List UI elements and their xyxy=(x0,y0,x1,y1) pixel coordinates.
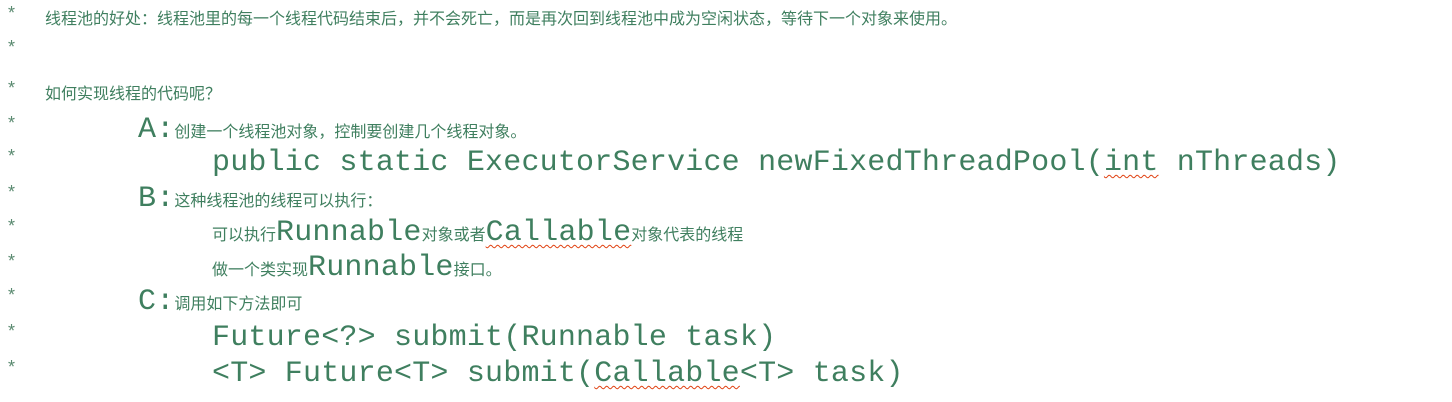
code-text: C: xyxy=(138,285,175,319)
comment-text: 线程池的好处：线程池里的每一个线程代码结束后，并不会死亡，而是再次回到线程池中成… xyxy=(45,3,957,37)
chinese-text: 接口。 xyxy=(453,260,502,279)
code-text: <T> task) xyxy=(739,357,904,391)
comment-star: * xyxy=(8,251,16,271)
comment-text: public static ExecutorService newFixedTh… xyxy=(212,146,1341,183)
comment-text: Future<?> submit(Runnable task) xyxy=(212,321,776,358)
comment-star: * xyxy=(8,146,16,166)
comment-text: 如何实现线程的代码呢？ xyxy=(45,78,221,112)
comment-text: B:这种线程池的线程可以执行： xyxy=(138,182,382,219)
comment-star: * xyxy=(8,321,16,341)
comment-star: * xyxy=(8,216,16,236)
code-text: Runnable xyxy=(276,216,422,250)
spelling-error-text: Callable xyxy=(485,216,632,250)
chinese-text: 可以执行 xyxy=(212,225,277,244)
comment-text: C:调用如下方法即可 xyxy=(138,285,302,322)
comment-star: * xyxy=(8,357,16,377)
code-text: nThreads) xyxy=(1158,146,1341,180)
code-text: <T> Future<T> submit( xyxy=(212,357,595,391)
spelling-error-text: int xyxy=(1103,146,1159,180)
code-text: A: xyxy=(138,113,175,147)
chinese-text: 线程池的好处：线程池里的每一个线程代码结束后，并不会死亡，而是再次回到线程池中成… xyxy=(45,9,958,28)
chinese-text: 这种线程池的线程可以执行： xyxy=(174,191,383,210)
code-text: public static ExecutorService newFixedTh… xyxy=(212,146,1104,180)
comment-text: 做一个类实现Runnable接口。 xyxy=(212,251,502,288)
comment-text: 可以执行Runnable对象或者Callable对象代表的线程 xyxy=(212,216,743,253)
code-text: Runnable xyxy=(308,251,454,285)
comment-text: <T> Future<T> submit(Callable<T> task) xyxy=(212,357,904,394)
chinese-text: 对象或者 xyxy=(421,225,486,244)
comment-star: * xyxy=(8,78,16,98)
comment-star: * xyxy=(8,3,16,23)
comment-star: * xyxy=(8,182,16,202)
comment-text: A:创建一个线程池对象，控制要创建几个线程对象。 xyxy=(138,113,526,150)
code-text: Future<?> submit(Runnable task) xyxy=(212,321,777,355)
chinese-text: 做一个类实现 xyxy=(212,260,309,279)
code-text: B: xyxy=(138,182,175,216)
chinese-text: 对象代表的线程 xyxy=(631,225,744,244)
comment-star: * xyxy=(8,37,16,57)
chinese-text: 调用如下方法即可 xyxy=(174,294,303,313)
chinese-text: 创建一个线程池对象，控制要创建几个线程对象。 xyxy=(174,122,527,141)
comment-star: * xyxy=(8,113,16,133)
comment-star: * xyxy=(8,285,16,305)
spelling-error-text: Callable xyxy=(594,357,740,391)
chinese-text: 如何实现线程的代码呢？ xyxy=(45,84,222,103)
